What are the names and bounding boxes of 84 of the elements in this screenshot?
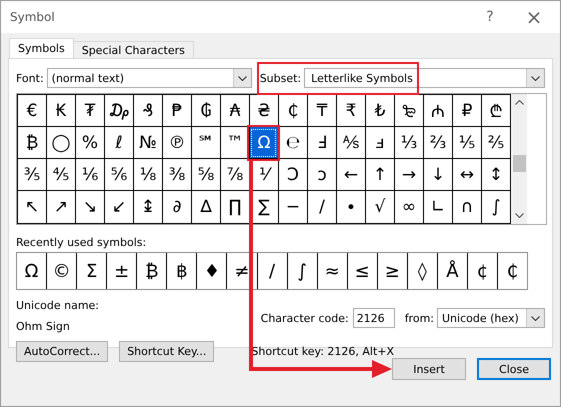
unicode-name: Ohm Sign — [16, 320, 71, 333]
input-field[interactable]: 2126 — [352, 308, 395, 328]
close-button[interactable]: × — [512, 5, 556, 29]
symbol-cell[interactable]: ₭ — [46, 95, 75, 127]
symbol-cell[interactable]: € — [17, 95, 46, 127]
dropdown[interactable]: Unicode (hex) — [437, 308, 545, 328]
symbol-cell[interactable]: ∙ — [336, 191, 365, 223]
scrollbar[interactable] — [512, 94, 527, 224]
symbol-cell[interactable]: ⅚ — [104, 159, 133, 191]
symbol-cell[interactable]: ← — [336, 159, 365, 191]
symbol-cell[interactable]: ⅔ — [423, 127, 452, 159]
symbol-cell[interactable]: ⅎ — [365, 127, 394, 159]
symbol-cell[interactable]: ₮ — [75, 95, 104, 127]
symbol-cell[interactable]: ℠ — [191, 127, 220, 159]
symbol-cell[interactable]: ⅍ — [336, 127, 365, 159]
highlight-frame — [247, 125, 280, 161]
symbol-cell[interactable]: ∟ — [423, 191, 452, 223]
symbol-cell[interactable]: ↨ — [133, 191, 162, 223]
symbol-cell[interactable]: Ω — [249, 127, 278, 159]
symbol-cell[interactable]: ⅖ — [481, 127, 510, 159]
symbol-cell[interactable]: ↄ — [307, 159, 336, 191]
help-button[interactable]: ? — [468, 9, 512, 25]
symbol-cell[interactable]: ₽ — [452, 95, 481, 127]
symbol-cell[interactable]: ₲ — [191, 95, 220, 127]
symbol-cell[interactable]: ⅜ — [162, 159, 191, 191]
scroll-thumb[interactable] — [513, 155, 526, 172]
symbol-cell[interactable]: ∂ — [162, 191, 191, 223]
shortcut-text: Shortcut key: 2126, Alt+X — [251, 345, 394, 358]
symbol-cell[interactable]: ∕ — [307, 191, 336, 223]
field-label: Character code: — [260, 312, 349, 324]
scroll-down-icon — [515, 213, 524, 218]
chevron-down-icon — [238, 76, 247, 80]
symbol-cell[interactable]: ₼ — [423, 95, 452, 127]
symbol-cell[interactable]: ₯ — [104, 95, 133, 127]
dropdown[interactable]: Letterlike Symbols — [304, 68, 545, 88]
symbol-cell[interactable]: ↙ — [104, 191, 133, 223]
symbol-cell[interactable]: ↓ — [423, 159, 452, 191]
symbol-cell[interactable]: ⅓ — [394, 127, 423, 159]
symbol-cell[interactable]: Ⅎ — [307, 127, 336, 159]
tab[interactable]: Special Characters — [72, 41, 194, 58]
symbol-cell[interactable]: ↕ — [481, 159, 510, 191]
symbol-cell[interactable]: ⅗ — [17, 159, 46, 191]
scroll-up-icon — [515, 100, 524, 105]
symbol-cell[interactable]: ↗ — [46, 191, 75, 223]
symbol-cell[interactable]: ⅝ — [191, 159, 220, 191]
symbol-cell[interactable]: % — [75, 127, 104, 159]
symbol-cell[interactable]: ⅙ — [75, 159, 104, 191]
field-label: Font: — [16, 72, 44, 84]
symbol-cell[interactable]: ↘ — [75, 191, 104, 223]
symbol-cell[interactable]: ↑ — [365, 159, 394, 191]
symbol-cell[interactable]: ₱ — [162, 95, 191, 127]
window-title: Symbol — [10, 10, 55, 24]
field-label: Subset: — [260, 72, 302, 84]
symbol-cell[interactable]: ⅘ — [46, 159, 75, 191]
dropdown[interactable]: (normal text) — [46, 68, 252, 88]
symbol-cell[interactable]: ∫ — [481, 191, 510, 223]
symbol-cell[interactable]: № — [133, 127, 162, 159]
button[interactable]: Close — [477, 358, 551, 380]
symbol-cell[interactable]: ₾ — [481, 95, 510, 127]
symbol-cell[interactable]: ℓ — [104, 127, 133, 159]
symbol-cell[interactable]: ↔ — [452, 159, 481, 191]
recent-symbol[interactable]: Ω — [17, 253, 46, 289]
symbol-cell[interactable]: ∩ — [452, 191, 481, 223]
symbol-cell[interactable]: − — [278, 191, 307, 223]
symbol-cell[interactable]: √ — [365, 191, 394, 223]
symbol-cell[interactable]: → — [394, 159, 423, 191]
symbol-cell[interactable]: ⅕ — [452, 127, 481, 159]
symbol-cell[interactable]: ℗ — [162, 127, 191, 159]
tab[interactable]: Symbols — [9, 38, 74, 58]
symbol-cell[interactable]: ↖ — [17, 191, 46, 223]
field-label: Unicode name: — [16, 299, 100, 312]
chevron-down-icon — [531, 76, 540, 80]
symbol-cell[interactable]: ∞ — [394, 191, 423, 223]
symbol-cell[interactable]: ⅛ — [133, 159, 162, 191]
symbol-cell[interactable]: ◯ — [46, 127, 75, 159]
symbol-cell[interactable]: ₿ — [17, 127, 46, 159]
field-label: from: — [404, 312, 434, 324]
symbol-cell[interactable]: ₰ — [133, 95, 162, 127]
button[interactable]: AutoCorrect... — [16, 341, 108, 362]
section-label: Recently used symbols: — [16, 236, 148, 249]
symbol-cell[interactable]: ∆ — [191, 191, 220, 223]
button[interactable]: Shortcut Key... — [119, 341, 214, 362]
button[interactable]: Insert — [392, 358, 466, 380]
chevron-down-icon — [531, 316, 540, 320]
